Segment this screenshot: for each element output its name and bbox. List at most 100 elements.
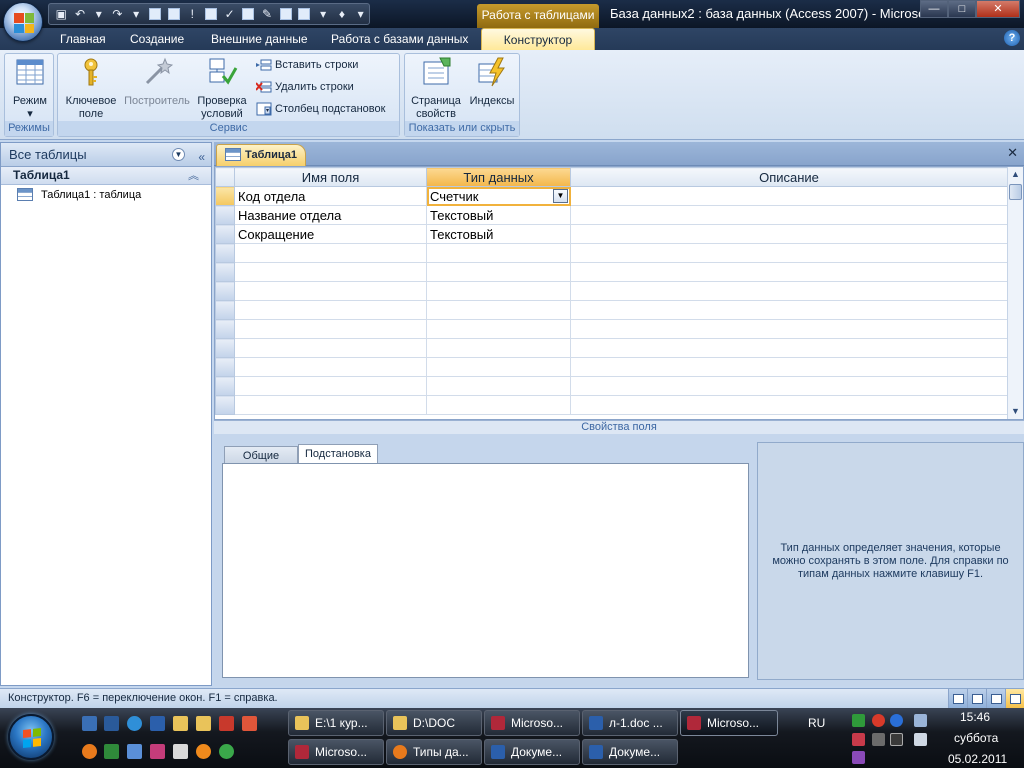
document-icon[interactable]: [173, 744, 188, 759]
pivot-table-view-button[interactable]: [967, 689, 986, 708]
insert-rows-button[interactable]: Вставить строки: [256, 58, 358, 72]
table-row[interactable]: [215, 281, 1008, 301]
design-view-icon[interactable]: ✎: [259, 6, 276, 23]
table-row[interactable]: Код отдела Счетчик ▼: [215, 186, 1008, 206]
row-selector[interactable]: [215, 338, 235, 358]
field-name-cell[interactable]: [234, 357, 427, 377]
excel-icon[interactable]: [104, 744, 119, 759]
tab-home[interactable]: Главная: [60, 32, 106, 46]
data-type-cell[interactable]: Текстовый: [426, 224, 571, 244]
nav-item-table1[interactable]: Таблица1 : таблица: [1, 185, 211, 205]
data-type-cell[interactable]: [426, 376, 571, 396]
table-row[interactable]: [215, 319, 1008, 339]
save-icon[interactable]: ▣: [53, 6, 70, 23]
chevron-up-icon[interactable]: ︽: [188, 168, 199, 185]
row-selector[interactable]: [215, 300, 235, 320]
description-cell[interactable]: [570, 395, 1008, 415]
table-row[interactable]: [215, 357, 1008, 377]
data-type-cell[interactable]: [426, 319, 571, 339]
column-header-field-name[interactable]: Имя поля: [234, 167, 427, 187]
help-icon[interactable]: ?: [1004, 30, 1020, 46]
row-selector[interactable]: [215, 357, 235, 377]
exclamation-run-icon[interactable]: !: [184, 6, 201, 23]
datasheet-view-button[interactable]: [948, 689, 967, 708]
table-row[interactable]: Название отдела Текстовый: [215, 205, 1008, 225]
taskbar-button-access-2[interactable]: Microso...: [288, 739, 384, 765]
column-header-description[interactable]: Описание: [570, 167, 1008, 187]
firefox-icon[interactable]: [82, 744, 97, 759]
internet-explorer-icon[interactable]: [127, 716, 142, 731]
field-name-cell[interactable]: [234, 262, 427, 282]
close-document-icon[interactable]: ✕: [1007, 145, 1018, 161]
data-type-cell[interactable]: [426, 281, 571, 301]
test-validation-button[interactable]: Проверка условий: [192, 56, 252, 121]
taskbar-button-word-doc1[interactable]: Докуме...: [484, 739, 580, 765]
undo-dropdown-icon[interactable]: ▾: [90, 6, 107, 23]
office-button[interactable]: [3, 2, 43, 42]
data-type-dropdown-icon[interactable]: ▼: [553, 189, 568, 203]
view-dropdown-icon[interactable]: ▾: [315, 6, 332, 23]
taskbar-button-access-active[interactable]: Microso...: [680, 710, 778, 736]
field-name-cell[interactable]: [234, 376, 427, 396]
folder-icon[interactable]: [196, 716, 211, 731]
tray-app-icon[interactable]: [852, 714, 865, 727]
properties-icon[interactable]: [277, 6, 294, 23]
column-header-data-type[interactable]: Тип данных: [426, 167, 571, 187]
torrent-icon[interactable]: [219, 744, 234, 759]
datasheet-icon[interactable]: [203, 6, 220, 23]
description-cell[interactable]: [570, 376, 1008, 396]
app-icon[interactable]: [196, 744, 211, 759]
maximize-button[interactable]: □: [948, 0, 976, 18]
nav-pane-collapse-icon[interactable]: «: [198, 146, 205, 169]
row-selector[interactable]: [215, 205, 235, 225]
spelling-icon[interactable]: ✓: [221, 6, 238, 23]
row-selector[interactable]: [215, 281, 235, 301]
description-cell[interactable]: [570, 186, 1008, 206]
tab-database-tools[interactable]: Работа с базами данных: [331, 32, 468, 46]
key-icon[interactable]: ♦: [334, 6, 351, 23]
description-cell[interactable]: [570, 262, 1008, 282]
word-icon[interactable]: [150, 716, 165, 731]
monitor-icon[interactable]: [104, 716, 119, 731]
tab-design[interactable]: Конструктор: [481, 28, 595, 52]
lookup-column-button[interactable]: Столбец подстановок: [256, 102, 385, 116]
tab-general[interactable]: Общие: [224, 446, 298, 464]
field-name-cell[interactable]: Сокращение: [234, 224, 427, 244]
field-name-cell[interactable]: Код отдела: [234, 186, 427, 206]
powerpoint-icon[interactable]: [242, 716, 257, 731]
table-view-icon[interactable]: [296, 6, 313, 23]
table-row[interactable]: [215, 300, 1008, 320]
description-cell[interactable]: [570, 319, 1008, 339]
form-icon[interactable]: [147, 6, 164, 23]
taskbar-button-word-l1[interactable]: л-1.doc ...: [582, 710, 678, 736]
report-icon[interactable]: [165, 6, 182, 23]
field-name-cell[interactable]: [234, 319, 427, 339]
tray-tool-icon[interactable]: [872, 733, 885, 746]
taskbar-button-access-1[interactable]: Microso...: [484, 710, 580, 736]
row-selector[interactable]: [215, 186, 235, 206]
data-type-cell[interactable]: [426, 338, 571, 358]
customize-qat-icon[interactable]: ▾: [352, 6, 369, 23]
scroll-thumb[interactable]: [1009, 184, 1022, 200]
description-cell[interactable]: [570, 338, 1008, 358]
property-sheet-button[interactable]: Страница свойств: [407, 56, 465, 121]
tray-sd-icon[interactable]: [890, 733, 903, 746]
taskbar-button-folder-d[interactable]: D:\DOC: [386, 710, 482, 736]
undo-icon[interactable]: ↶: [72, 6, 89, 23]
tray-media-icon[interactable]: [852, 751, 865, 764]
folder-icon[interactable]: [173, 716, 188, 731]
view-button[interactable]: Режим ▾: [7, 56, 53, 121]
row-selector[interactable]: [215, 224, 235, 244]
document-tab-table1[interactable]: Таблица1: [216, 144, 306, 166]
row-selector[interactable]: [215, 319, 235, 339]
nav-group-header[interactable]: Таблица1 ︽: [1, 167, 211, 185]
data-type-cell[interactable]: Текстовый: [426, 205, 571, 225]
table-row[interactable]: [215, 395, 1008, 415]
data-type-cell[interactable]: [426, 395, 571, 415]
tray-network-icon[interactable]: [890, 714, 903, 727]
media-icon[interactable]: [150, 744, 165, 759]
tab-lookup[interactable]: Подстановка: [298, 444, 378, 464]
field-name-cell[interactable]: [234, 281, 427, 301]
design-view-button[interactable]: [1005, 689, 1024, 708]
delete-rows-button[interactable]: Удалить строки: [256, 80, 354, 94]
